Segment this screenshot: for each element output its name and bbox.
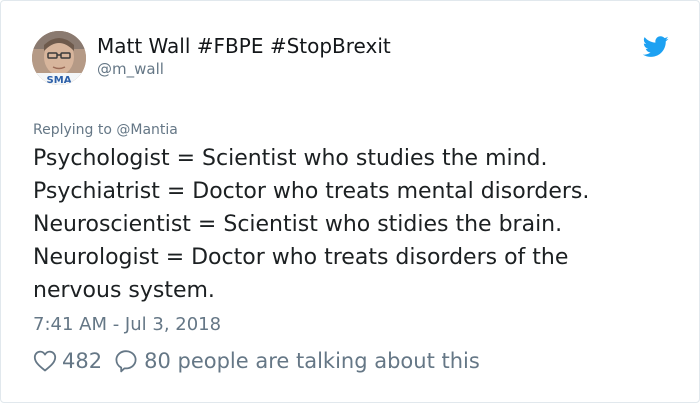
tweet-text-line: nervous system.: [33, 278, 215, 303]
user-handle[interactable]: @m_wall: [97, 60, 164, 78]
tweet-actions: 482 80 people are talking about this: [33, 347, 480, 375]
tweet-text: Psychologist = Scientist who studies the…: [33, 142, 673, 307]
avatar[interactable]: SMA: [32, 31, 86, 85]
twitter-bird-icon[interactable]: [643, 36, 669, 58]
talking-link[interactable]: 80 people are talking about this: [114, 349, 480, 373]
tweet-text-line: Neurologist = Doctor who treats disorder…: [33, 245, 569, 270]
like-button[interactable]: 482: [33, 349, 114, 373]
comment-bubble-icon: [115, 350, 137, 373]
display-name[interactable]: Matt Wall #FBPE #StopBrexit: [97, 33, 391, 59]
replying-to-label[interactable]: Replying to @Mantia: [33, 121, 178, 139]
tweet-text-line: Neuroscientist = Scientist who stidies t…: [33, 212, 563, 237]
tweet-text-line: Psychiatrist = Doctor who treats mental …: [33, 179, 590, 204]
heart-icon: [33, 350, 57, 372]
likes-count: 482: [62, 349, 103, 373]
tweet-text-line: Psychologist = Scientist who studies the…: [33, 146, 548, 171]
tweet-card: SMA Matt Wall #FBPE #StopBrexit @m_wall …: [0, 0, 700, 403]
avatar-photo: SMA: [32, 31, 86, 85]
talking-count-text: 80 people are talking about this: [144, 349, 480, 373]
tweet-timestamp[interactable]: 7:41 AM - Jul 3, 2018: [33, 313, 221, 337]
avatar-badge-text: SMA: [47, 75, 72, 85]
